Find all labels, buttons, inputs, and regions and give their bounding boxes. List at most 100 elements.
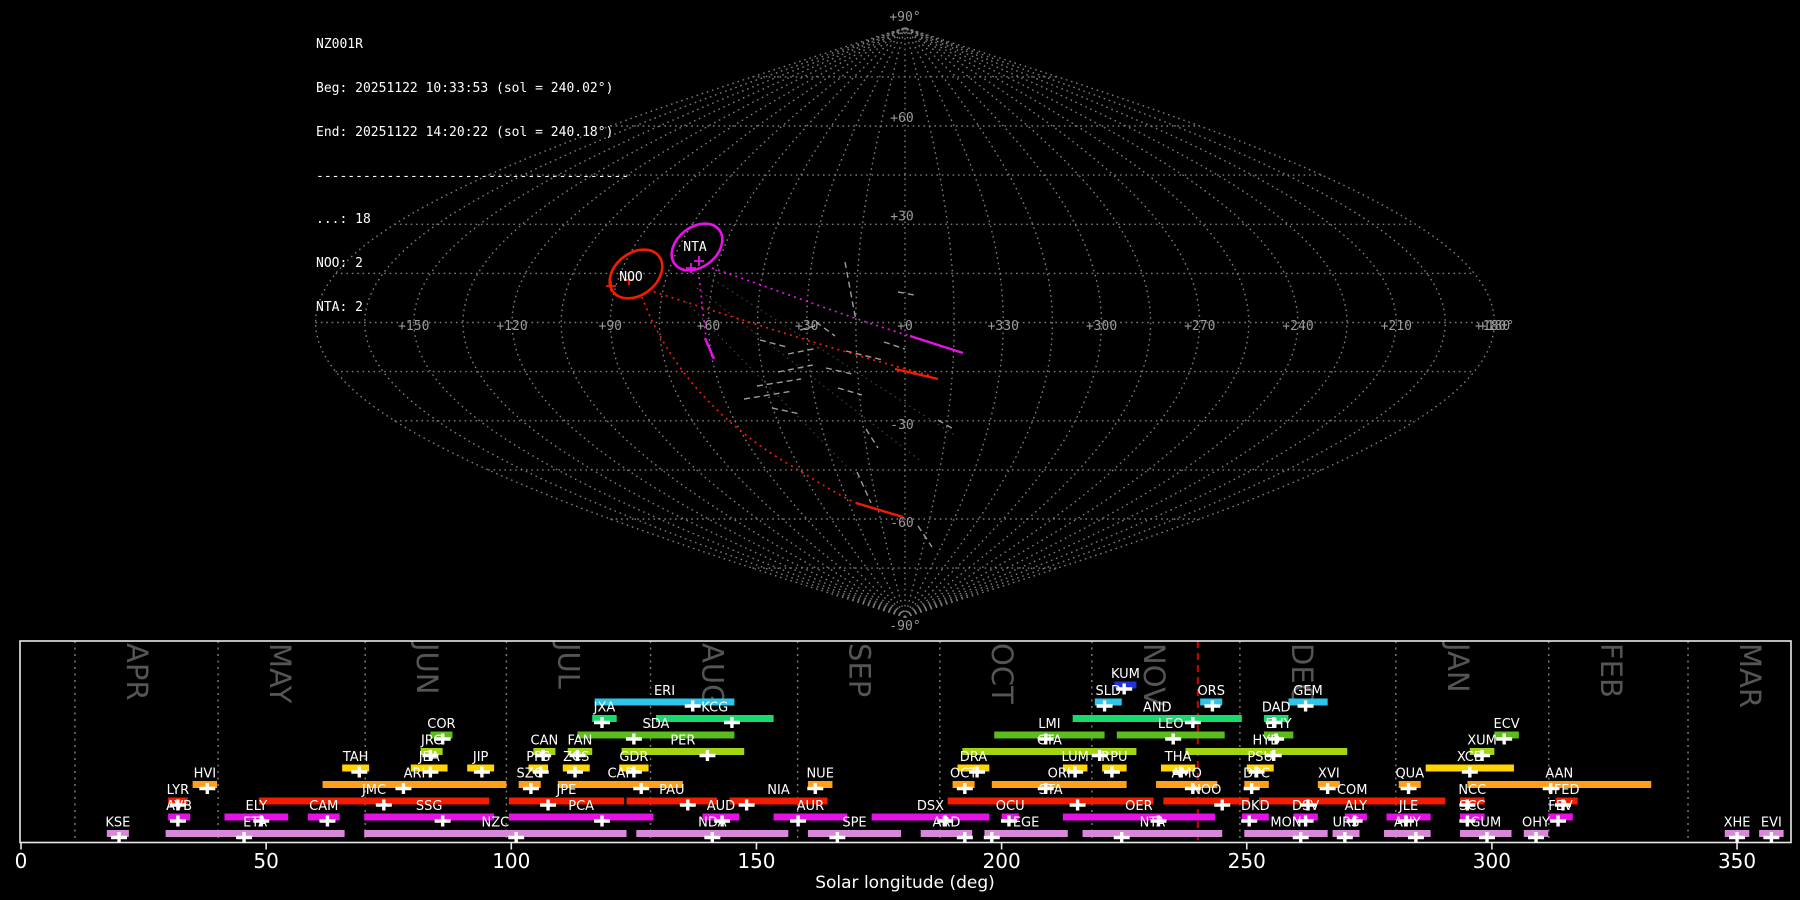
shower-CAM: CAM bbox=[307, 799, 340, 827]
shower-GEM: GEM bbox=[1288, 684, 1328, 712]
shower-code-label: XVI bbox=[1318, 767, 1340, 782]
shower-code-label: NDA bbox=[698, 816, 727, 831]
shower-code-label: EGE bbox=[1013, 816, 1040, 831]
month-label-JUN: JUN bbox=[410, 641, 444, 694]
shower-code-label: JXA bbox=[593, 701, 616, 716]
shower-code-label: KCG bbox=[701, 701, 728, 716]
shower-code-label: NZC bbox=[482, 816, 510, 831]
x-tick-label: 50 bbox=[253, 849, 278, 873]
shower-SZC: SZC bbox=[517, 767, 543, 794]
x-axis-title: Solar longitude (deg) bbox=[815, 873, 995, 893]
shower-code-label: SZC bbox=[517, 767, 543, 782]
shower-code-label: PPS bbox=[526, 750, 550, 765]
shower-code-label: DKD bbox=[1241, 799, 1270, 814]
shower-URS: URS bbox=[1332, 816, 1360, 843]
shower-code-label: ALY bbox=[1345, 799, 1367, 814]
shower-activity-bar bbox=[655, 715, 774, 722]
shower-code-label: CTA bbox=[1037, 734, 1062, 749]
month-label-NOV: NOV bbox=[1137, 643, 1171, 707]
shower-code-label: NTA bbox=[1140, 816, 1166, 831]
shower-code-label: LEO bbox=[1158, 717, 1184, 732]
shower-code-label: KUM bbox=[1111, 667, 1140, 682]
shower-code-label: THA bbox=[1164, 750, 1192, 765]
shower-code-label: SCC bbox=[1459, 799, 1485, 814]
shower-NUE: NUE bbox=[806, 767, 834, 794]
month-label-MAY: MAY bbox=[263, 643, 297, 704]
shower-activity-bar bbox=[165, 830, 345, 837]
shower-code-label: CAN bbox=[531, 734, 559, 749]
shower-code-label: HYD bbox=[1252, 734, 1280, 749]
shower-OHY: OHY bbox=[1522, 816, 1550, 843]
shower-code-label: JMC bbox=[361, 783, 386, 798]
shower-XHE: XHE bbox=[1724, 816, 1751, 843]
month-label-JAN: JAN bbox=[1441, 641, 1475, 693]
shower-activity-bar bbox=[322, 781, 507, 788]
shower-activity-bar bbox=[508, 813, 654, 821]
x-tick-label: 100 bbox=[492, 849, 530, 873]
shower-code-label: ARI bbox=[404, 767, 426, 782]
shower-code-label: KSE bbox=[105, 816, 130, 831]
shower-bars: KUM ERI SLD ORS GEM JXA KCG AND DAD COR SDA LMI LEO E… bbox=[105, 667, 1784, 843]
shower-code-label: SPE bbox=[842, 816, 866, 831]
shower-code-label: NCC bbox=[1458, 783, 1486, 798]
shower-activity-bar bbox=[807, 830, 902, 837]
shower-code-label: HVI bbox=[194, 767, 217, 782]
shower-activity-bar bbox=[947, 797, 1154, 805]
x-tick-label: 0 bbox=[15, 849, 28, 873]
shower-code-label: PER bbox=[670, 734, 695, 749]
shower-activity-bar bbox=[773, 813, 848, 821]
x-tick-label: 150 bbox=[737, 849, 775, 873]
shower-XCB: XCB bbox=[1425, 750, 1514, 778]
month-label-OCT: OCT bbox=[985, 643, 1019, 704]
shower-code-label: NUE bbox=[806, 767, 833, 782]
shower-activity-bar bbox=[871, 813, 990, 821]
shower-code-label: ORI bbox=[1048, 767, 1071, 782]
shower-code-label: RPU bbox=[1101, 750, 1127, 765]
shower-code-label: LYR bbox=[167, 783, 190, 798]
shower-code-label: PAU bbox=[659, 783, 684, 798]
shower-RPU: RPU bbox=[1101, 750, 1128, 778]
shower-KSE: KSE bbox=[105, 816, 130, 843]
shower-code-label: XHE bbox=[1724, 816, 1751, 831]
month-label-SEP: SEP bbox=[843, 643, 877, 697]
shower-code-label: AND bbox=[1143, 701, 1172, 716]
shower-code-label: OCU bbox=[996, 799, 1025, 814]
shower-ZCS: ZCS bbox=[562, 750, 590, 778]
shower-code-label: FAN bbox=[567, 734, 592, 749]
shower-code-label: CAP bbox=[607, 767, 633, 782]
shower-code-label: OCT bbox=[950, 767, 977, 782]
shower-code-label: DPC bbox=[1243, 767, 1270, 782]
shower-activity-bar bbox=[364, 813, 495, 821]
month-label-MAR: MAR bbox=[1733, 643, 1767, 708]
shower-code-label: DAD bbox=[1262, 701, 1291, 716]
shower-code-label: AMO bbox=[1172, 767, 1202, 782]
x-axis: 0 50 100 150 200 250 300 350 Solar longitude (de… bbox=[15, 842, 1756, 893]
x-tick-label: 300 bbox=[1473, 849, 1511, 873]
shower-activity-bar bbox=[577, 731, 735, 739]
x-tick-label: 250 bbox=[1228, 849, 1266, 873]
shower-code-label: NOO bbox=[1191, 783, 1221, 798]
shower-code-label: GDR bbox=[619, 750, 648, 765]
shower-code-label: JIP bbox=[472, 750, 489, 765]
shower-activity-bar bbox=[626, 797, 718, 805]
shower-code-label: GEM bbox=[1293, 684, 1323, 699]
shower-OCT: OCT bbox=[950, 767, 977, 794]
shower-code-label: XUM bbox=[1467, 734, 1497, 749]
shower-code-label: LMI bbox=[1038, 717, 1060, 732]
shower-code-label: JLE bbox=[1398, 799, 1418, 814]
shower-code-label: ARD bbox=[932, 816, 960, 831]
shower-code-label: SLD bbox=[1095, 684, 1121, 699]
shower-code-label: NIA bbox=[767, 783, 790, 798]
shower-SLD: SLD bbox=[1094, 684, 1122, 712]
shower-ORS: ORS bbox=[1197, 684, 1225, 712]
shower-activity-bar bbox=[364, 830, 627, 837]
month-label-JUL: JUL bbox=[551, 641, 585, 689]
shower-code-label: TAH bbox=[342, 750, 369, 765]
shower-code-label: AAN bbox=[1545, 767, 1573, 782]
shower-JXA: JXA bbox=[592, 701, 617, 728]
month-label-FEB: FEB bbox=[1594, 643, 1628, 698]
shower-code-label: AHY bbox=[1394, 816, 1421, 831]
shower-code-label: CAM bbox=[309, 799, 338, 814]
meteor-observation-window: NZ001R Beg: 20251122 10:33:53 (sol = 240… bbox=[0, 0, 1800, 900]
shower-ECV: ECV bbox=[1494, 717, 1520, 745]
